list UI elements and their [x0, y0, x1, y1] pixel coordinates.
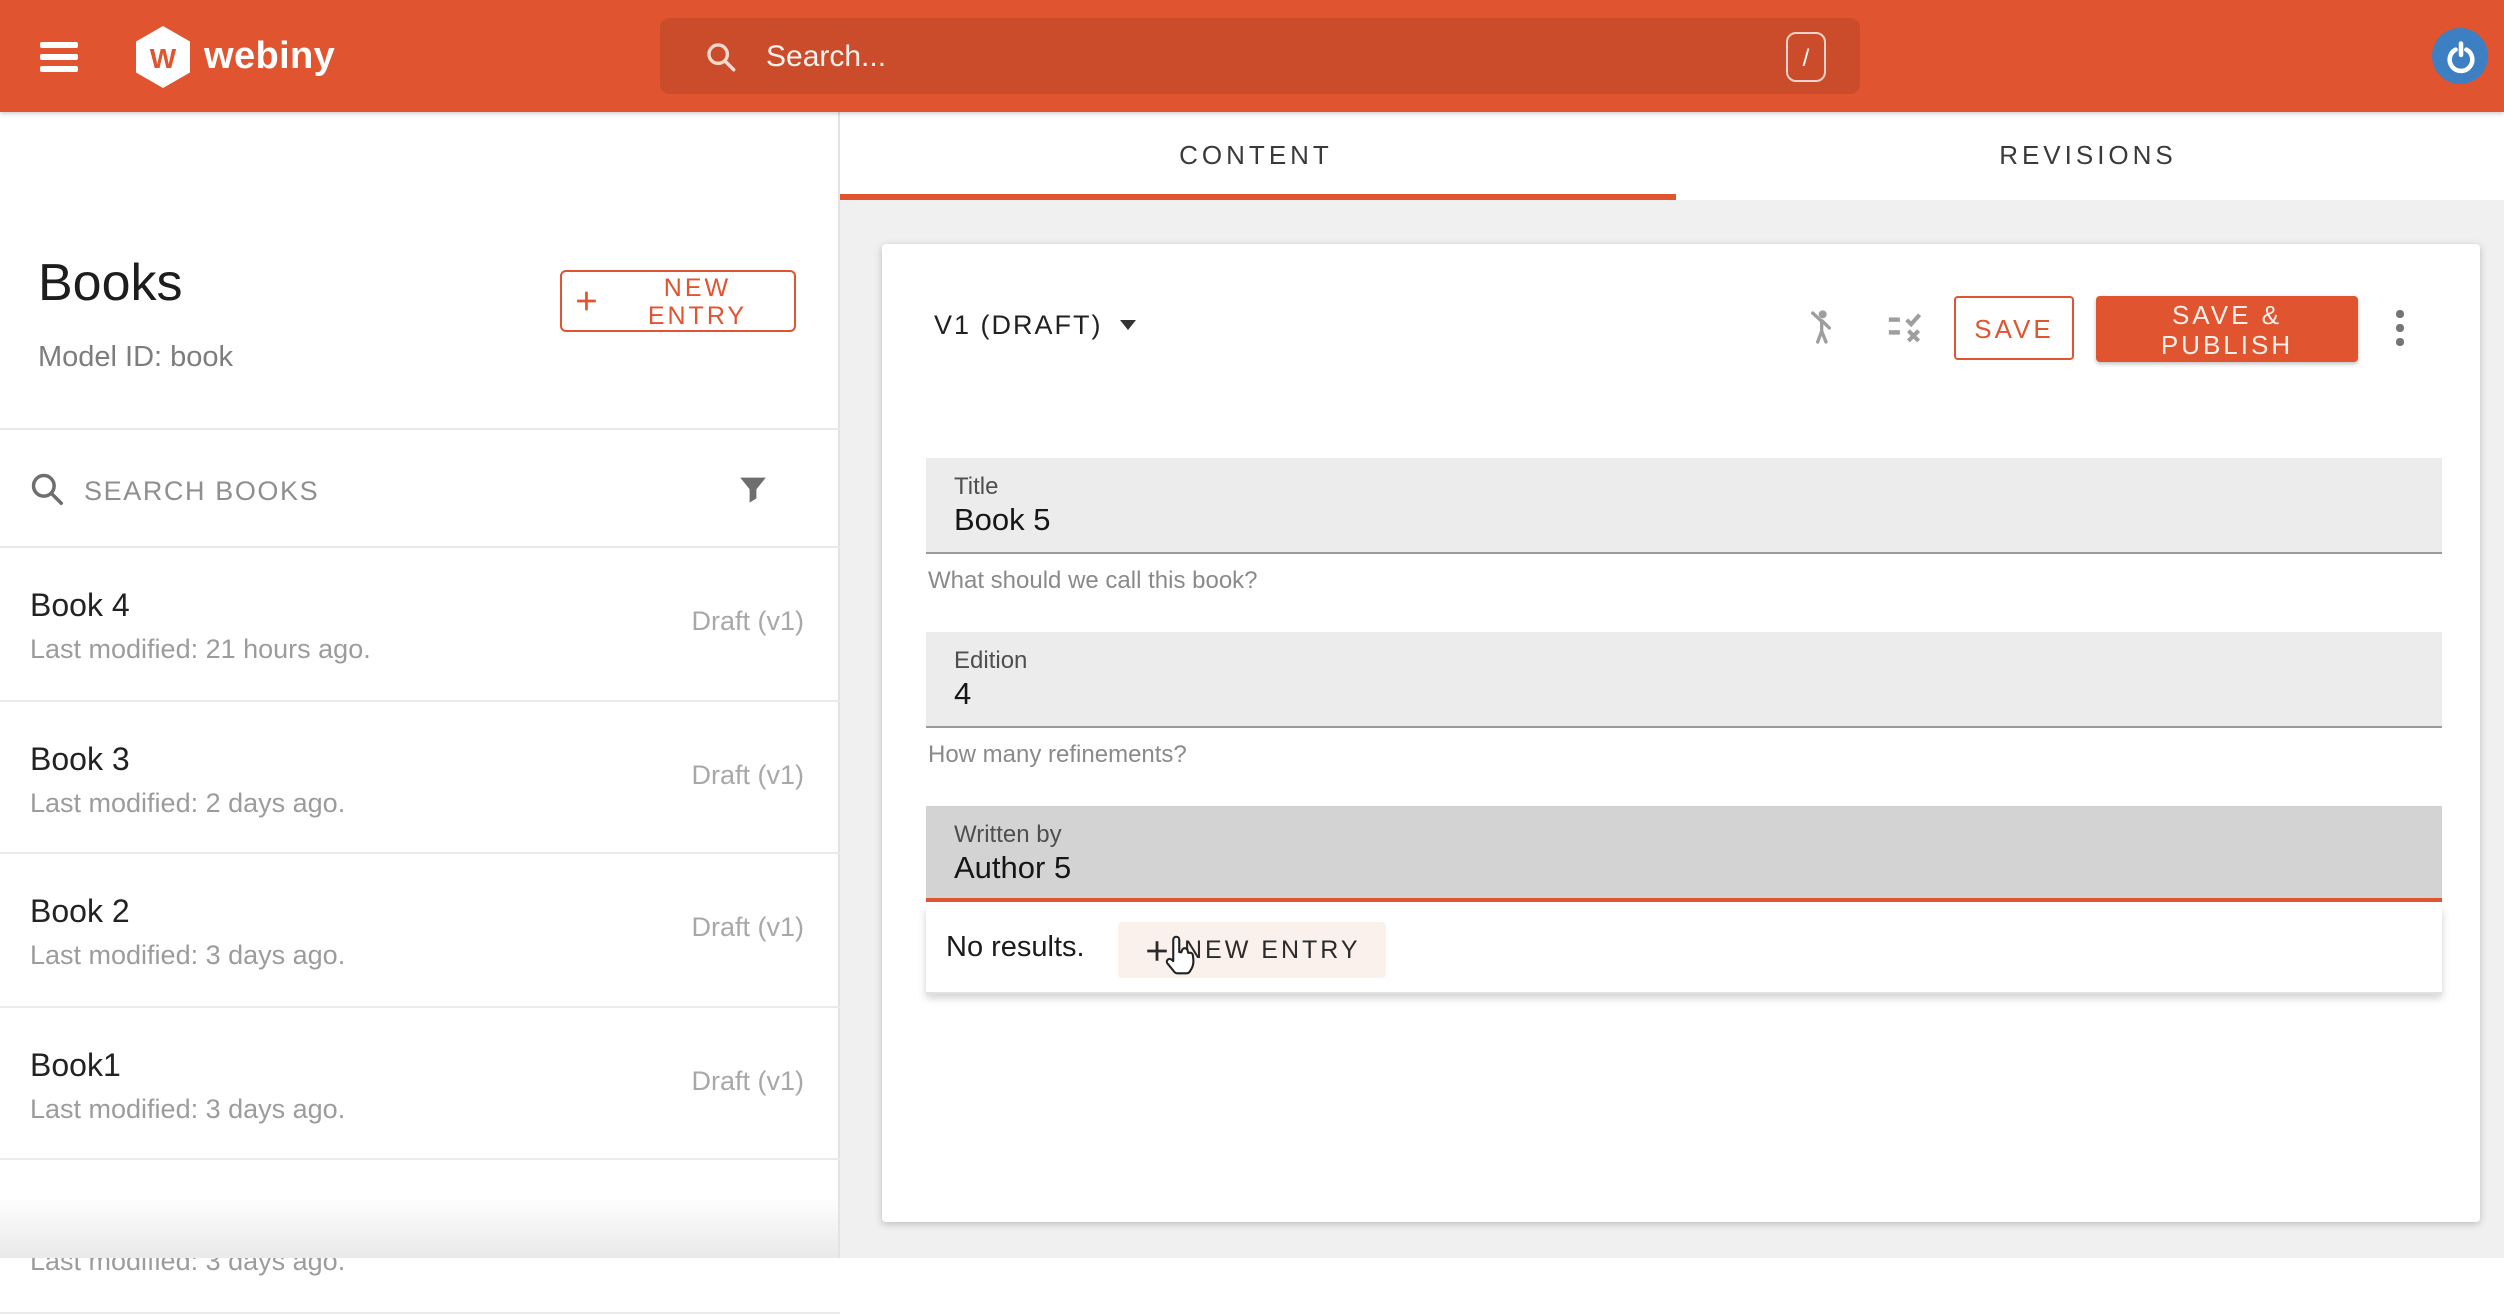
entry-form-card: V1 (DRAFT) SAVE SAVE & PUBLISH	[882, 244, 2480, 1222]
field-value: Book 5	[954, 504, 1051, 540]
content-area: V1 (DRAFT) SAVE SAVE & PUBLISH	[840, 200, 2504, 1258]
field-value: 4	[954, 678, 971, 714]
title-field[interactable]: Title Book 5	[926, 458, 2442, 554]
topbar: W webiny Search... /	[0, 0, 2504, 112]
reference-dropdown: No results. NEW ENTRY	[926, 906, 2442, 994]
entries-search[interactable]: SEARCH BOOKS	[0, 428, 840, 548]
field-value: Author 5	[954, 852, 1071, 888]
new-entry-label: NEW ENTRY	[613, 273, 782, 329]
written-by-field[interactable]: Written by Author 5	[926, 806, 2442, 902]
edition-field[interactable]: Edition 4	[926, 632, 2442, 728]
logo-wordmark: webiny	[204, 35, 335, 79]
new-entry-button[interactable]: NEW ENTRY	[560, 270, 796, 332]
menu-icon[interactable]	[40, 42, 78, 72]
search-icon	[28, 470, 66, 508]
slash-shortcut-badge: /	[1786, 32, 1826, 82]
user-avatar[interactable]	[2432, 28, 2488, 84]
field-label: Title	[954, 472, 998, 500]
status-badge: Draft (v1)	[691, 912, 804, 942]
entry-modified: Last modified: 3 days ago.	[30, 940, 345, 970]
save-label: SAVE	[1974, 313, 2053, 343]
entry-title: Book 3	[30, 743, 130, 779]
field-label: Written by	[954, 820, 1062, 848]
active-tab-underline	[840, 193, 1676, 200]
filter-icon[interactable]	[736, 470, 770, 508]
list-item-book1[interactable]: Book1 Last modified: 3 days ago. Draft (…	[0, 1008, 840, 1161]
power-avatar-icon	[2443, 39, 2477, 73]
list-item-book-3[interactable]: Book 3 Last modified: 2 days ago. Draft …	[0, 701, 840, 854]
page-title: Books	[38, 252, 183, 314]
status-badge: Draft (v1)	[691, 759, 804, 789]
search-icon	[704, 39, 738, 73]
accessibility-person-icon[interactable]	[1800, 306, 1840, 348]
save-publish-button[interactable]: SAVE & PUBLISH	[2096, 296, 2358, 362]
sidebar-footer-gradient	[0, 1200, 838, 1258]
field-label: Edition	[954, 646, 1027, 674]
entry-title: Book 4	[30, 590, 130, 626]
entries-search-placeholder: SEARCH BOOKS	[84, 476, 319, 506]
entries-sidebar: Books Model ID: book NEW ENTRY SEARCH BO…	[0, 112, 840, 1258]
entry-modified: Last modified: 2 days ago.	[30, 787, 345, 817]
dropdown-new-entry-button[interactable]: NEW ENTRY	[1118, 922, 1387, 978]
no-results-text: No results.	[946, 932, 1085, 964]
logo-hexagon-icon: W	[136, 26, 190, 88]
search-placeholder: Search...	[766, 39, 886, 73]
title-helper-text: What should we call this book?	[928, 566, 1258, 594]
version-selector[interactable]: V1 (DRAFT)	[934, 310, 1137, 340]
tabbar: CONTENT REVISIONS	[840, 112, 2504, 200]
version-label: V1 (DRAFT)	[934, 310, 1103, 340]
edition-helper-text: How many refinements?	[928, 740, 1187, 768]
status-badge: Draft (v1)	[691, 1066, 804, 1096]
tab-revisions[interactable]: REVISIONS	[1672, 112, 2504, 200]
plus-icon	[1144, 937, 1170, 963]
caret-down-icon	[1121, 320, 1137, 330]
list-item-book-2[interactable]: Book 2 Last modified: 3 days ago. Draft …	[0, 854, 840, 1007]
list-item-book-4[interactable]: Book 4 Last modified: 21 hours ago. Draf…	[0, 548, 840, 701]
tab-content[interactable]: CONTENT	[840, 112, 1672, 200]
save-button[interactable]: SAVE	[1954, 296, 2074, 360]
entry-modified: Last modified: 21 hours ago.	[30, 634, 371, 664]
status-badge: Draft (v1)	[691, 606, 804, 636]
more-vertical-icon[interactable]	[2390, 310, 2410, 346]
validation-list-icon[interactable]	[1884, 312, 1926, 346]
entry-title: Book1	[30, 1050, 121, 1086]
webiny-logo[interactable]: W webiny	[136, 26, 335, 88]
logo-letter: W	[150, 41, 176, 73]
entry-modified: Last modified: 3 days ago.	[30, 1094, 345, 1124]
app: W webiny Search... / Books Model ID: boo…	[0, 0, 2504, 1258]
entry-title: Book 2	[30, 896, 130, 932]
dropdown-new-entry-label: NEW ENTRY	[1184, 936, 1361, 964]
global-search-input[interactable]: Search... /	[660, 18, 1860, 94]
save-publish-label: SAVE & PUBLISH	[2108, 299, 2346, 359]
plus-icon	[574, 288, 599, 314]
model-id-label: Model ID: book	[38, 342, 233, 374]
